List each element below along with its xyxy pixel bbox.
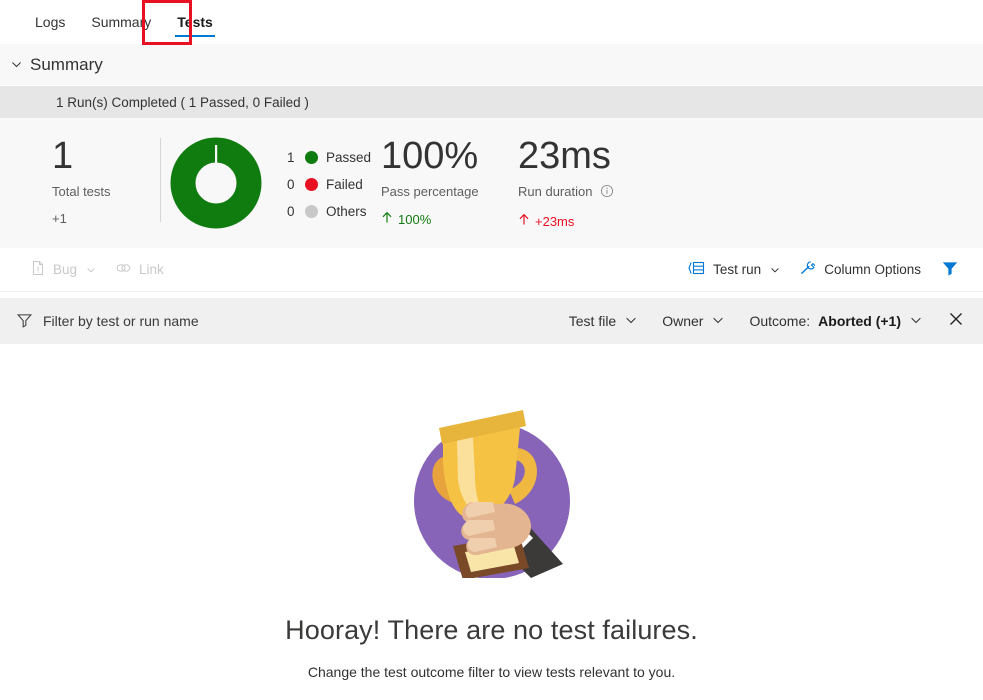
outcome-legend: 1 Passed 0 Failed 0 Others — [271, 118, 381, 225]
arrow-up-icon — [381, 211, 393, 227]
run-duration-value: 23ms — [518, 136, 718, 176]
test-run-grouping-button[interactable]: Test run — [680, 254, 789, 286]
filter-search-placeholder: Filter by test or run name — [43, 313, 199, 329]
command-bar-right-group: Test run Column Options — [680, 254, 983, 286]
total-tests-label: Total tests — [52, 184, 160, 199]
filter-facets: Test file Owner Outcome: Aborted (+1) — [557, 304, 983, 338]
legend-passed-label: Passed — [326, 150, 371, 165]
link-button-label: Link — [139, 262, 164, 277]
outcome-donut-chart — [161, 118, 271, 229]
metric-total-tests: 1 Total tests +1 — [0, 118, 160, 226]
chevron-down-icon — [624, 313, 638, 330]
failed-color-swatch — [305, 178, 318, 191]
tab-summary[interactable]: Summary — [78, 0, 164, 44]
filter-toggle-button[interactable] — [931, 254, 969, 286]
metric-run-duration: 23ms Run duration +23ms — [518, 118, 718, 229]
filter-funnel-icon — [16, 312, 33, 331]
close-icon — [948, 311, 964, 332]
info-icon[interactable] — [600, 186, 614, 201]
facet-outcome[interactable]: Outcome: Aborted (+1) — [737, 305, 935, 337]
link-button[interactable]: Link — [107, 254, 172, 286]
empty-state: Hooray! There are no test failures. Chan… — [0, 344, 983, 700]
total-tests-delta-value: +1 — [52, 211, 67, 226]
arrow-up-icon — [518, 213, 530, 229]
legend-item-failed: 0 Failed — [287, 171, 381, 198]
trophy-in-hand-illustration — [403, 406, 581, 583]
facet-test-file-label: Test file — [569, 313, 616, 329]
run-duration-label-text: Run duration — [518, 184, 592, 199]
test-results-page: Logs Summary Tests Summary 1 Run(s) Comp… — [0, 0, 983, 700]
pass-percentage-label: Pass percentage — [381, 184, 518, 199]
command-bar: Bug Link — [0, 248, 983, 292]
others-color-swatch — [305, 205, 318, 218]
facet-test-file[interactable]: Test file — [557, 305, 650, 337]
empty-state-title: Hooray! There are no test failures. — [285, 615, 698, 646]
legend-failed-label: Failed — [326, 177, 363, 192]
column-options-label: Column Options — [824, 262, 921, 277]
metric-pass-percentage: 100% Pass percentage 100% — [381, 118, 518, 227]
chevron-down-icon — [909, 313, 923, 330]
test-run-label: Test run — [713, 262, 761, 277]
facet-owner-label: Owner — [662, 313, 703, 329]
legend-item-others: 0 Others — [287, 198, 381, 225]
legend-failed-count: 0 — [287, 177, 303, 192]
tab-tests[interactable]: Tests — [164, 0, 226, 44]
legend-item-passed: 1 Passed — [287, 144, 381, 171]
filter-funnel-icon — [941, 260, 959, 279]
tab-logs-label: Logs — [35, 14, 65, 30]
legend-others-label: Others — [326, 204, 367, 219]
pass-percentage-delta: 100% — [381, 211, 518, 227]
command-bar-left-group: Bug Link — [0, 254, 172, 286]
bug-report-icon — [30, 260, 46, 279]
filter-bar: Filter by test or run name Test file Own… — [0, 298, 983, 344]
filter-search-input[interactable]: Filter by test or run name — [0, 312, 199, 331]
chevron-down-icon — [85, 264, 97, 276]
bug-button-label: Bug — [53, 262, 77, 277]
total-tests-delta: +1 — [52, 211, 160, 226]
tab-strip: Logs Summary Tests — [0, 0, 983, 44]
tab-tests-label: Tests — [177, 14, 213, 30]
passed-color-swatch — [305, 151, 318, 164]
pass-percentage-value: 100% — [381, 136, 518, 176]
tab-summary-label: Summary — [91, 14, 151, 30]
empty-state-subtitle: Change the test outcome filter to view t… — [308, 664, 675, 680]
tab-logs[interactable]: Logs — [22, 0, 78, 44]
wrench-icon — [799, 260, 817, 279]
chevron-down-icon — [711, 313, 725, 330]
facet-owner[interactable]: Owner — [650, 305, 737, 337]
run-duration-label: Run duration — [518, 184, 718, 201]
link-icon — [115, 260, 132, 279]
chevron-down-icon — [769, 264, 781, 276]
legend-passed-count: 1 — [287, 150, 303, 165]
chevron-down-icon — [8, 57, 24, 73]
legend-others-count: 0 — [287, 204, 303, 219]
close-filter-bar-button[interactable] — [939, 304, 973, 338]
bug-button[interactable]: Bug — [22, 254, 105, 286]
total-tests-value: 1 — [52, 136, 160, 176]
facet-outcome-label: Outcome: — [749, 313, 810, 329]
group-by-icon — [688, 260, 706, 279]
summary-title: Summary — [30, 55, 103, 75]
summary-section-header[interactable]: Summary — [0, 44, 983, 86]
metrics-band: 1 Total tests +1 1 Passed 0 Failed — [0, 118, 983, 248]
pass-percentage-delta-value: 100% — [398, 212, 431, 227]
run-duration-delta-value: +23ms — [535, 214, 574, 229]
run-status-bar: 1 Run(s) Completed ( 1 Passed, 0 Failed … — [0, 86, 983, 118]
column-options-button[interactable]: Column Options — [791, 254, 929, 286]
run-status-text: 1 Run(s) Completed ( 1 Passed, 0 Failed … — [56, 95, 309, 110]
run-duration-delta: +23ms — [518, 213, 718, 229]
facet-outcome-value: Aborted (+1) — [818, 313, 901, 329]
